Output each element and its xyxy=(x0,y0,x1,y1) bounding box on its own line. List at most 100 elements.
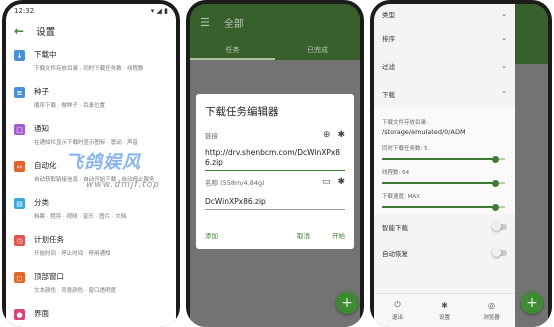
chevron-down-icon: ⌄ xyxy=(501,10,507,18)
settings-item-title: 分类 xyxy=(34,198,49,207)
screenshot-collage: 12:32 ▾ ◢ ▮ ← 设置 ↓ 下载中下载文件存放目录 · 同时下载任务数 … xyxy=(0,0,554,327)
cancel-button[interactable]: 取消 xyxy=(297,230,310,240)
slider-label: 同时下载任务数: 5 xyxy=(382,146,428,152)
globe-icon[interactable]: ⊕ xyxy=(323,130,331,140)
settings-item-subtitle: 文本颜色 · 背景颜色 · 窗口透明度 xyxy=(34,288,116,294)
task-editor-screen: ☰ 全部 任务 已完成 下载任务编辑器 链接 ⊕ ✱ http://drv.sh… xyxy=(190,4,360,327)
slider-fill xyxy=(382,158,496,160)
theme-icon: ● xyxy=(14,309,25,320)
slider-track[interactable] xyxy=(382,155,505,163)
settings-header: ← 设置 xyxy=(6,18,176,44)
bottom-nav-item[interactable]: ◎ 浏览器 xyxy=(468,294,515,327)
download-settings-section: 下载文件存放目录: /storage/emulated/0/ADM 同时下载任务… xyxy=(374,108,515,214)
slider-track[interactable] xyxy=(382,203,505,211)
settings-item-subtitle: 下载文件存放目录 · 同时下载任务数 · 线程数 xyxy=(34,66,144,72)
download-dir-value[interactable]: /storage/emulated/0/ADM xyxy=(382,128,507,136)
tab-completed[interactable]: 已完成 xyxy=(275,40,360,60)
add-fab-button[interactable]: + xyxy=(336,292,358,314)
slider-thumb[interactable] xyxy=(491,155,499,163)
slider-list: 同时下载任务数: 5 线程数: 64 下载速度: MAX xyxy=(382,144,507,211)
chevron-down-icon: ⌄ xyxy=(501,34,507,42)
setting-slider[interactable]: 线程数: 64 xyxy=(382,168,507,187)
slider-label: 下载速度: MAX xyxy=(382,194,420,200)
dialog-title: 下载任务编辑器 xyxy=(205,106,279,118)
setting-slider[interactable]: 同时下载任务数: 5 xyxy=(382,144,507,163)
phone-task-editor: ☰ 全部 任务 已完成 下载任务编辑器 链接 ⊕ ✱ http://drv.sh… xyxy=(186,0,364,327)
settings-icon: ✱ xyxy=(441,300,448,310)
bottom-nav-item[interactable]: ⏻ 退出 xyxy=(374,294,421,327)
bottom-nav-label: 设置 xyxy=(438,314,450,321)
tab-bar: 任务 已完成 xyxy=(190,40,360,60)
slider-fill xyxy=(382,182,496,184)
gear-icon[interactable]: ✱ xyxy=(337,177,345,187)
category-icon: ▤ xyxy=(14,198,25,209)
settings-item-title: 界面 xyxy=(34,309,49,318)
bottom-nav-item[interactable]: ✱ 设置 xyxy=(421,294,468,327)
browser-icon: ◎ xyxy=(488,300,495,310)
menu-icon[interactable]: ☰ xyxy=(200,16,210,29)
settings-item[interactable]: ◻ 顶部窗口文本颜色 · 背景颜色 · 窗口透明度 xyxy=(6,266,176,303)
settings-item-subtitle: 顺序下载 · 做种子 · 目录位置 xyxy=(34,103,105,109)
settings-item[interactable]: ◷ 计划任务开始时间 · 停止时间 · 停用通知 xyxy=(6,229,176,266)
settings-item[interactable]: ≡ 种子 顺序下载 · 做种子 · 目录位置 xyxy=(6,81,176,118)
settings-item-title: 顶部窗口 xyxy=(34,272,64,281)
drawer-row-sort[interactable]: 排序 ⌄ xyxy=(374,24,515,52)
drawer-row-filter[interactable]: 过滤 ⌄ xyxy=(374,52,515,80)
status-bar: 12:32 ▾ ◢ ▮ xyxy=(6,4,176,18)
gear-icon[interactable]: ✱ xyxy=(337,130,345,140)
slider-thumb[interactable] xyxy=(491,203,499,211)
url-field[interactable]: http://drv.shenbcm.com/DcWinXPx86.zip xyxy=(205,148,345,168)
settings-item-subtitle: 档案 · 程序 · 视频 · 音乐 · 图片 · 文档 xyxy=(34,214,127,220)
filename-field[interactable]: DcWinXPx86.zip xyxy=(205,197,345,206)
bottom-nav-label: 浏览器 xyxy=(483,314,500,321)
toggle-knob xyxy=(492,222,501,231)
floating-window-icon: ◻ xyxy=(14,272,25,283)
toggle-row[interactable]: 自动恢复 xyxy=(374,240,515,266)
page-title: 设置 xyxy=(36,27,56,38)
schedule-icon: ◷ xyxy=(14,235,25,246)
download-dir-label: 下载文件存放目录: xyxy=(382,120,428,126)
settings-item-subtitle: 在通知栏显示下载时显示图标 · 震动 · 声音 xyxy=(34,140,138,146)
toggle-label: 自动恢复 xyxy=(382,250,408,258)
drawer-row-label: 排序 xyxy=(382,35,395,43)
tab-tasks[interactable]: 任务 xyxy=(190,40,275,60)
toggle-row[interactable]: 智能下载 xyxy=(374,214,515,240)
link-label: 链接 xyxy=(205,132,218,140)
bottom-navigation: ⏻ 退出 ✱ 设置 ◎ 浏览器 xyxy=(374,293,515,327)
add-fab-button[interactable]: + xyxy=(521,292,543,314)
watermark-logo: 飞鸽娱风 xyxy=(65,152,141,173)
download-task-editor-dialog: 下载任务编辑器 链接 ⊕ ✱ http://drv.shenbcm.com/Dc… xyxy=(196,94,354,249)
add-button[interactable]: 添加 xyxy=(205,230,218,240)
url-field-underline xyxy=(205,170,345,171)
toggle-switch[interactable] xyxy=(492,222,507,231)
bottom-nav-label: 退出 xyxy=(391,315,403,321)
power-icon: ⏻ xyxy=(394,300,401,309)
drawer-screen: + 类型 ⌄ 排序 ⌄ 过滤 ⌄ 下载 ⌃ 下载文件存放目录: /storage… xyxy=(374,4,548,327)
settings-item-title: 计划任务 xyxy=(34,235,64,244)
drawer-row-download[interactable]: 下载 ⌃ xyxy=(374,80,515,108)
settings-item[interactable]: ▤ 分类档案 · 程序 · 视频 · 音乐 · 图片 · 文档 xyxy=(6,192,176,229)
chevron-up-icon: ⌃ xyxy=(501,90,507,98)
drawer-row-label: 过滤 xyxy=(382,63,395,71)
toggle-switch[interactable] xyxy=(492,248,507,257)
status-icons: ▾ ◢ ▮ xyxy=(150,7,168,15)
start-button[interactable]: 开始 xyxy=(332,230,345,240)
drawer-row-type[interactable]: 类型 ⌄ xyxy=(374,4,515,24)
toggle-label: 智能下载 xyxy=(382,224,408,232)
back-arrow-icon[interactable]: ← xyxy=(14,24,24,38)
drawer-row-label: 下载 xyxy=(382,91,395,99)
slider-track[interactable] xyxy=(382,179,505,187)
folder-icon[interactable]: ▭ xyxy=(322,177,331,187)
app-bar: ☰ 全部 任务 已完成 xyxy=(190,4,360,60)
slider-thumb[interactable] xyxy=(491,179,499,187)
filename-field-underline xyxy=(205,209,345,210)
setting-slider[interactable]: 下载速度: MAX xyxy=(382,192,507,211)
settings-item[interactable]: ↓ 下载中下载文件存放目录 · 同时下载任务数 · 线程数 xyxy=(6,44,176,81)
settings-item-title: 种子 xyxy=(34,87,49,96)
settings-item-title: 下载中 xyxy=(34,50,57,59)
settings-item-subtitle: 开始时间 · 停止时间 · 停用通知 xyxy=(34,251,111,257)
name-label: 名称 (558m/4.84g) xyxy=(205,179,265,187)
settings-item[interactable]: ● 界面 xyxy=(6,303,176,327)
download-icon: ↓ xyxy=(14,50,25,61)
navigation-drawer: 类型 ⌄ 排序 ⌄ 过滤 ⌄ 下载 ⌃ 下载文件存放目录: /storage/e… xyxy=(374,4,515,327)
